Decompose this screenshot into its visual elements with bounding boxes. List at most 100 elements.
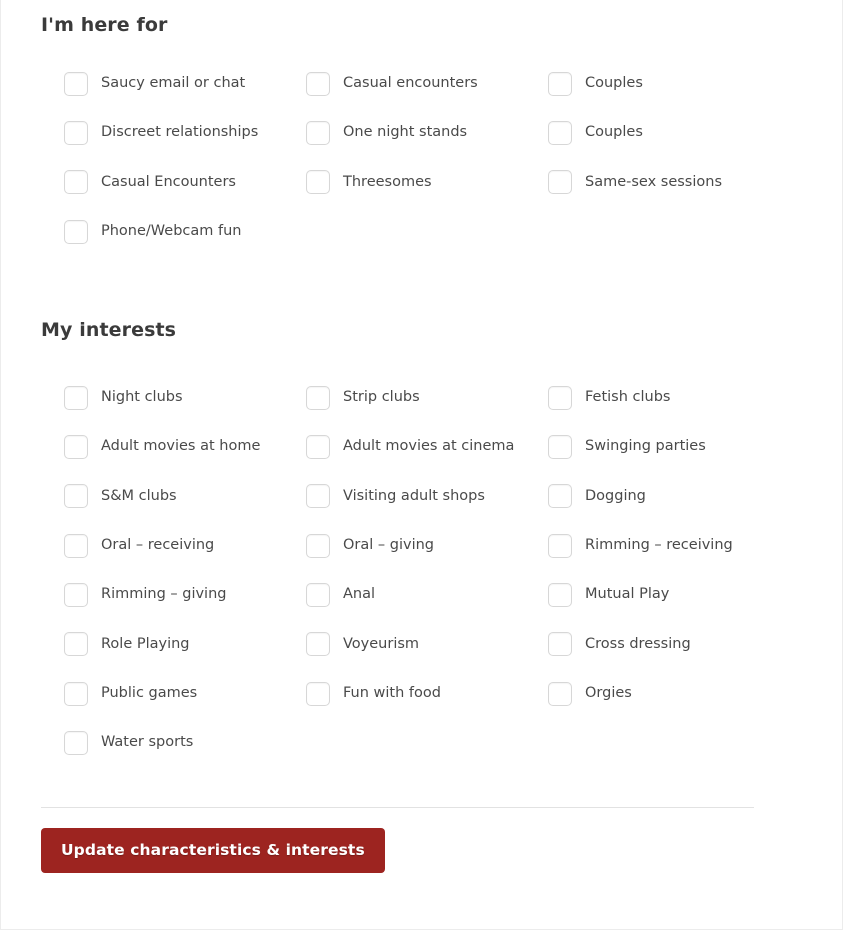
checkbox-row[interactable]: Oral – giving	[306, 521, 548, 570]
checkbox-column-2: Casual encounters One night stands Threeso…	[306, 59, 548, 256]
checkbox-grid-my-interests: Night clubs Adult movies at home S&M clubs…	[41, 373, 802, 767]
checkbox-icon[interactable]	[64, 632, 88, 657]
checkbox-label: Adult movies at home	[101, 438, 261, 455]
checkbox-label: Anal	[343, 586, 376, 603]
checkbox-row[interactable]: Public games	[64, 669, 306, 718]
checkbox-icon[interactable]	[306, 484, 330, 509]
checkbox-label: Strip clubs	[343, 389, 420, 406]
checkbox-column-3: Couples Couples Same-sex sessions	[548, 59, 790, 256]
checkbox-label: Voyeurism	[343, 635, 420, 652]
checkbox-row[interactable]: Mutual Play	[548, 570, 790, 619]
checkbox-icon[interactable]	[306, 435, 330, 460]
checkbox-column-3: Fetish clubs Swinging parties Dogging Rimmi…	[548, 373, 790, 767]
checkbox-row[interactable]: Rimming – receiving	[548, 521, 790, 570]
checkbox-row[interactable]: Swinging parties	[548, 422, 790, 471]
checkbox-row[interactable]: Same-sex sessions	[548, 158, 790, 207]
checkbox-row[interactable]: Water sports	[64, 718, 306, 767]
checkbox-icon[interactable]	[306, 385, 330, 410]
checkbox-icon[interactable]	[548, 385, 572, 410]
checkbox-row[interactable]: Discreet relationships	[64, 108, 306, 157]
checkbox-icon[interactable]	[64, 484, 88, 509]
section-heading-my-interests: My interests	[41, 319, 177, 342]
checkbox-icon[interactable]	[548, 170, 572, 195]
checkbox-row[interactable]: Fetish clubs	[548, 373, 790, 422]
form-footer: Update characteristics & interests	[41, 806, 802, 903]
checkbox-icon[interactable]	[64, 435, 88, 460]
checkbox-icon[interactable]	[548, 632, 572, 657]
checkbox-row[interactable]: Strip clubs	[306, 373, 548, 422]
checkbox-label: Role Playing	[101, 635, 190, 652]
checkbox-row[interactable]: Rimming – giving	[64, 570, 306, 619]
checkbox-label: Couples	[585, 124, 643, 141]
update-characteristics-interests-button[interactable]: Update characteristics & interests	[41, 827, 385, 873]
checkbox-label: Cross dressing	[585, 635, 691, 652]
checkbox-label: One night stands	[343, 124, 468, 141]
checkbox-label: Couples	[585, 74, 643, 91]
checkbox-row[interactable]: Voyeurism	[306, 620, 548, 669]
checkbox-icon[interactable]	[306, 583, 330, 608]
checkbox-icon[interactable]	[548, 484, 572, 509]
checkbox-row[interactable]: Threesomes	[306, 158, 548, 207]
checkbox-label: Mutual Play	[585, 586, 670, 603]
profile-characteristics-card: I'm here for Saucy email or chat Discreet…	[0, 0, 843, 930]
checkbox-row[interactable]: Dogging	[548, 472, 790, 521]
checkbox-label: Orgies	[585, 684, 632, 701]
checkbox-row[interactable]: Adult movies at cinema	[306, 422, 548, 471]
checkbox-row[interactable]: Fun with food	[306, 669, 548, 718]
checkbox-icon[interactable]	[306, 632, 330, 657]
checkbox-icon[interactable]	[64, 170, 88, 195]
checkbox-icon[interactable]	[64, 583, 88, 608]
checkbox-row[interactable]: Visiting adult shops	[306, 472, 548, 521]
checkbox-label: Rimming – giving	[101, 586, 227, 603]
checkbox-label: Swinging parties	[585, 438, 706, 455]
section-heading-here-for: I'm here for	[41, 14, 168, 36]
checkbox-icon[interactable]	[64, 681, 88, 706]
checkbox-row[interactable]: One night stands	[306, 108, 548, 157]
checkbox-row[interactable]: Couples	[548, 108, 790, 157]
checkbox-row[interactable]: Phone/Webcam fun	[64, 207, 306, 256]
checkbox-label: Threesomes	[343, 173, 432, 190]
checkbox-row[interactable]: Oral – receiving	[64, 521, 306, 570]
checkbox-label: Night clubs	[101, 389, 183, 406]
section-here-for: I'm here for Saucy email or chat Discreet…	[41, 0, 802, 256]
checkbox-label: Phone/Webcam fun	[101, 222, 242, 239]
checkbox-icon[interactable]	[306, 170, 330, 195]
checkbox-grid-here-for: Saucy email or chat Discreet relationship…	[41, 59, 802, 256]
checkbox-icon[interactable]	[548, 71, 572, 96]
checkbox-label: Casual Encounters	[101, 173, 236, 190]
checkbox-label: Visiting adult shops	[343, 487, 485, 504]
checkbox-icon[interactable]	[548, 533, 572, 558]
checkbox-icon[interactable]	[548, 681, 572, 706]
checkbox-row[interactable]: Casual encounters	[306, 59, 548, 108]
checkbox-icon[interactable]	[548, 120, 572, 145]
checkbox-icon[interactable]	[64, 730, 88, 755]
checkbox-label: Discreet relationships	[101, 124, 259, 141]
checkbox-row[interactable]: Casual Encounters	[64, 158, 306, 207]
checkbox-row[interactable]: Anal	[306, 570, 548, 619]
checkbox-icon[interactable]	[64, 385, 88, 410]
checkbox-row[interactable]: Adult movies at home	[64, 422, 306, 471]
checkbox-row[interactable]: Orgies	[548, 669, 790, 718]
checkbox-icon[interactable]	[548, 435, 572, 460]
checkbox-label: Dogging	[585, 487, 646, 504]
checkbox-icon[interactable]	[64, 533, 88, 558]
checkbox-icon[interactable]	[64, 120, 88, 145]
checkbox-label: Water sports	[101, 734, 194, 751]
checkbox-icon[interactable]	[306, 71, 330, 96]
checkbox-label: Oral – receiving	[101, 537, 215, 554]
checkbox-label: S&M clubs	[101, 487, 177, 504]
checkbox-icon[interactable]	[306, 533, 330, 558]
checkbox-icon[interactable]	[306, 681, 330, 706]
checkbox-icon[interactable]	[64, 71, 88, 96]
checkbox-row[interactable]: Couples	[548, 59, 790, 108]
checkbox-row[interactable]: Night clubs	[64, 373, 306, 422]
checkbox-column-1: Night clubs Adult movies at home S&M clubs…	[64, 373, 306, 767]
checkbox-row[interactable]: Role Playing	[64, 620, 306, 669]
checkbox-icon[interactable]	[64, 219, 88, 244]
checkbox-row[interactable]: Cross dressing	[548, 620, 790, 669]
checkbox-icon[interactable]	[306, 120, 330, 145]
checkbox-row[interactable]: S&M clubs	[64, 472, 306, 521]
section-my-interests: My interests Night clubs Adult movies at …	[41, 319, 802, 767]
checkbox-row[interactable]: Saucy email or chat	[64, 59, 306, 108]
checkbox-icon[interactable]	[548, 583, 572, 608]
